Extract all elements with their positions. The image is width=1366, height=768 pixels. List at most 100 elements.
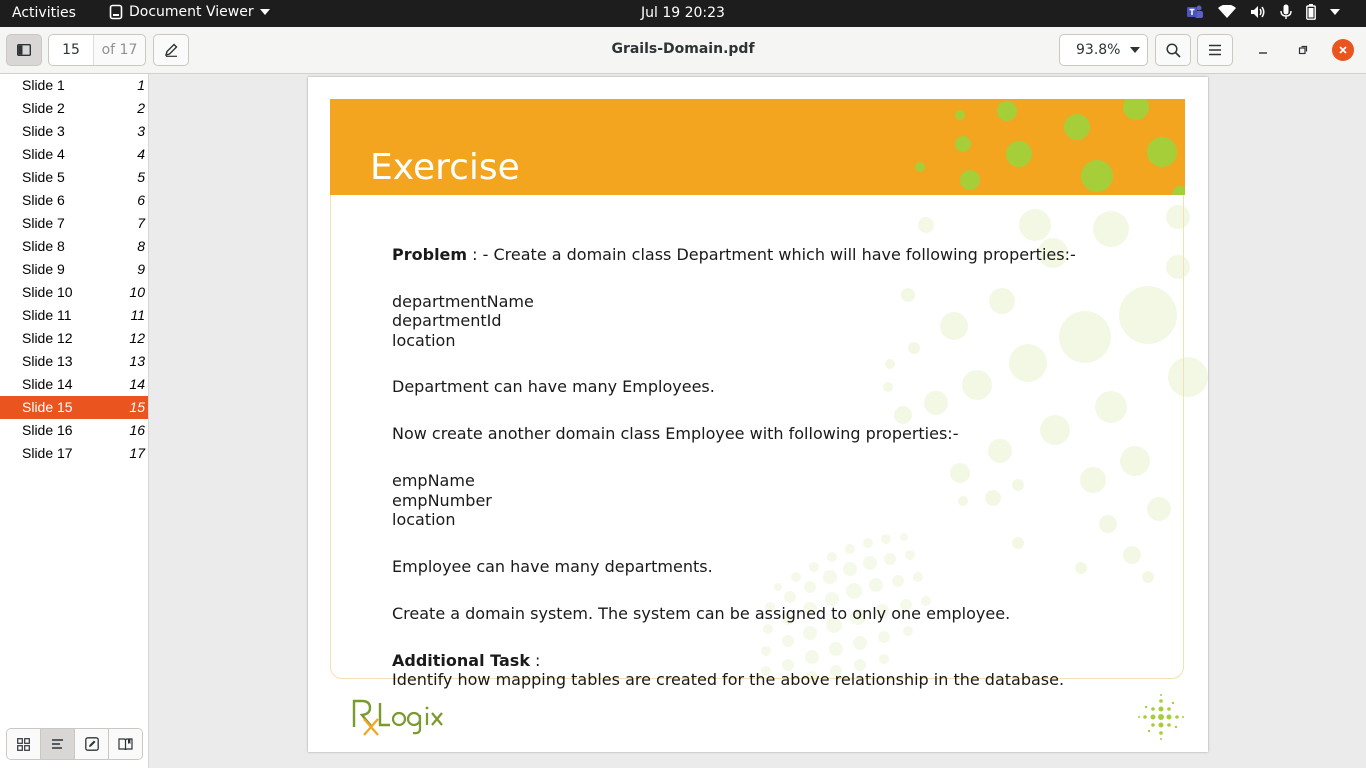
sidebar-item-slide-10[interactable]: Slide 10 10 — [0, 281, 148, 304]
sidebar-item-slide-16[interactable]: Slide 16 16 — [0, 419, 148, 442]
sidebar-item-slide-6[interactable]: Slide 6 6 — [0, 189, 148, 212]
system-tray[interactable] — [1186, 4, 1340, 20]
sidebar-item-label: Slide 7 — [22, 215, 65, 231]
sidebar-outline: Slide 1 1 Slide 2 2 Slide 3 3 Slide 4 4 Slid… — [0, 74, 149, 768]
maximize-button[interactable] — [1292, 39, 1314, 61]
chevron-down-icon — [1130, 47, 1141, 53]
sidebar-item-label: Slide 15 — [22, 399, 73, 415]
activities-button[interactable]: Activities — [12, 5, 76, 21]
page-number-input[interactable]: 15 — [49, 35, 93, 65]
sidebar-item-page: 14 — [129, 376, 145, 392]
volume-icon[interactable] — [1250, 5, 1266, 19]
sidebar-item-page: 16 — [129, 422, 145, 438]
header-bar: 15 of 17 Grails-Domain.pdf 93.8% — [0, 27, 1366, 74]
employee-relation: Employee can have many departments. — [392, 556, 713, 576]
document-viewer-icon — [109, 4, 123, 20]
sidebar-item-slide-7[interactable]: Slide 7 7 — [0, 212, 148, 235]
sidebar-item-slide-12[interactable]: Slide 12 12 — [0, 327, 148, 350]
system-top-bar: Activities Document Viewer Jul 19 20:23 — [0, 0, 1366, 27]
sidebar-item-page: 13 — [129, 353, 145, 369]
sidebar-item-page: 1 — [137, 77, 145, 93]
sidebar-item-slide-8[interactable]: Slide 8 8 — [0, 235, 148, 258]
sidebar-item-label: Slide 5 — [22, 169, 65, 185]
department-relation: Department can have many Employees. — [392, 377, 715, 396]
main-menu-button[interactable] — [1197, 34, 1233, 66]
sidebar-item-slide-3[interactable]: Slide 3 3 — [0, 120, 148, 143]
property-item: departmentName — [392, 291, 534, 311]
close-icon — [1339, 46, 1347, 54]
sidebar-item-label: Slide 2 — [22, 100, 65, 116]
sidebar-item-slide-5[interactable]: Slide 5 5 — [0, 166, 148, 189]
sidebar-item-page: 8 — [137, 238, 145, 254]
additional-task-colon: : — [529, 650, 541, 670]
sidebar-item-slide-13[interactable]: Slide 13 13 — [0, 350, 148, 373]
search-icon — [1165, 42, 1181, 58]
annotations-button[interactable] — [75, 729, 109, 759]
sidebar-item-page: 6 — [137, 192, 145, 208]
property-item: empName — [392, 471, 475, 490]
sidebar-item-slide-1[interactable]: Slide 1 1 — [0, 74, 148, 97]
sidebar-item-label: Slide 10 — [22, 284, 73, 300]
page-selector[interactable]: 15 of 17 — [48, 34, 146, 66]
additional-task-label: Additional Task — [392, 650, 530, 670]
sidebar-item-page: 7 — [137, 215, 145, 231]
zoom-selector[interactable]: 93.8% — [1059, 34, 1148, 66]
microphone-icon[interactable] — [1280, 4, 1292, 20]
wifi-icon[interactable] — [1218, 5, 1236, 19]
slide-title-banner: Exercise — [330, 99, 1185, 195]
sidebar-item-label: Slide 9 — [22, 261, 65, 277]
sidebar-item-page: 5 — [137, 169, 145, 185]
clock[interactable]: Jul 19 20:23 — [641, 5, 725, 21]
system-text: Create a domain system. The system can b… — [392, 604, 1011, 623]
sidebar-item-slide-17[interactable]: Slide 17 17 — [0, 442, 148, 465]
additional-task-text: Identify how mapping tables are created … — [392, 670, 1065, 689]
sidebar-toggle-button[interactable] — [6, 34, 42, 66]
sidebar-item-page: 10 — [129, 284, 145, 300]
sidebar-item-label: Slide 14 — [22, 376, 73, 392]
close-button[interactable] — [1332, 39, 1354, 61]
slide-body: Problem : - Create a domain class Depart… — [392, 245, 1152, 690]
sidebar-item-page: 4 — [137, 146, 145, 162]
property-item: departmentId — [392, 311, 502, 330]
sidebar-item-slide-14[interactable]: Slide 14 14 — [0, 373, 148, 396]
page-total-label: of 17 — [93, 35, 145, 65]
bookmarks-button[interactable] — [109, 729, 142, 759]
teams-icon[interactable] — [1186, 4, 1204, 20]
annotate-button[interactable] — [153, 34, 189, 66]
thumbnails-button[interactable] — [7, 729, 41, 759]
app-menu[interactable]: Document Viewer — [109, 4, 270, 20]
sidebar-icon — [17, 44, 31, 56]
employee-intro: Now create another domain class Employee… — [392, 423, 959, 443]
outline-list-icon — [52, 739, 63, 749]
sidebar-item-label: Slide 8 — [22, 238, 65, 254]
battery-icon[interactable] — [1306, 4, 1316, 20]
problem-label: Problem — [392, 245, 468, 264]
document-page[interactable]: Exercise Problem : - Create a domain cla… — [308, 77, 1208, 752]
problem-text: : - Create a domain class Department whi… — [467, 245, 1076, 264]
sidebar-item-slide-11[interactable]: Slide 11 11 — [0, 304, 148, 327]
minimize-icon — [1259, 52, 1267, 54]
sidebar-item-slide-4[interactable]: Slide 4 4 — [0, 143, 148, 166]
corner-dots-decoration — [1138, 694, 1184, 740]
sidebar-item-slide-2[interactable]: Slide 2 2 — [0, 97, 148, 120]
chevron-down-icon — [259, 9, 270, 15]
slide-title: Exercise — [370, 147, 520, 188]
sidebar-item-slide-15[interactable]: Slide 15 15 — [0, 396, 148, 419]
chevron-down-icon[interactable] — [1330, 9, 1340, 15]
sidebar-item-label: Slide 13 — [22, 353, 73, 369]
sidebar-item-page: 11 — [130, 307, 145, 323]
pencil-icon — [164, 43, 178, 57]
restore-icon — [1298, 45, 1308, 55]
sidebar-item-label: Slide 1 — [22, 77, 65, 93]
sidebar-item-page: 15 — [129, 399, 145, 415]
minimize-button[interactable] — [1252, 39, 1274, 61]
zoom-value: 93.8% — [1076, 42, 1121, 58]
sidebar-view-switcher — [6, 728, 143, 760]
sidebar-item-label: Slide 16 — [22, 422, 73, 438]
outline-button[interactable] — [41, 729, 75, 759]
book-icon — [118, 737, 133, 750]
sidebar-item-slide-9[interactable]: Slide 9 9 — [0, 258, 148, 281]
sidebar-item-label: Slide 17 — [22, 445, 73, 461]
sidebar-item-label: Slide 11 — [22, 307, 72, 323]
search-button[interactable] — [1155, 34, 1191, 66]
